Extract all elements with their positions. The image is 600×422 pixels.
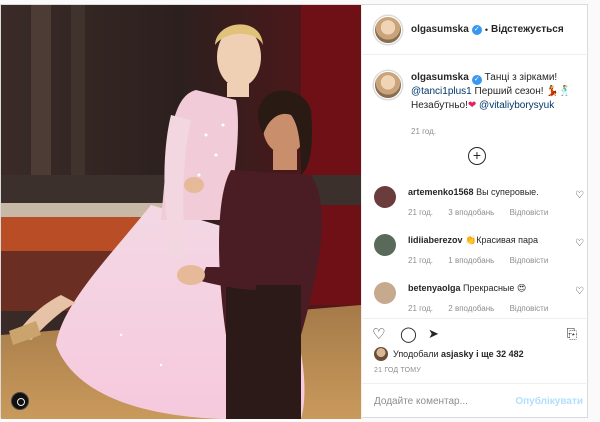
comment-likes[interactable]: 2 вподобань	[448, 304, 494, 313]
mention-tanci1plus1[interactable]: @tanci1plus1	[411, 86, 472, 97]
separator-dot: •	[484, 24, 488, 35]
bookmark-icon[interactable]: ⎘	[567, 326, 577, 342]
comment-meta: 21 год. 3 вподобань Відповісти	[408, 207, 561, 219]
comment-time[interactable]: 21 год.	[408, 256, 433, 265]
comment-time[interactable]: 21 год.	[408, 304, 433, 313]
comment-text: Прекрасные	[463, 283, 515, 293]
posted-time[interactable]: 21 ГОД ТОМУ	[374, 367, 421, 374]
comment-body: lidiiaberezov 👏Красивая пара 21 год. 1 в…	[408, 234, 561, 267]
comment-username[interactable]: betenyaolga	[408, 283, 461, 293]
comment-avatar[interactable]	[374, 186, 396, 208]
caption-time[interactable]: 21 год.	[411, 125, 571, 139]
comment-likes[interactable]: 3 вподобань	[448, 208, 494, 217]
comment-body: betenyaolga Прекрасные 😍 21 год. 2 вподо…	[408, 282, 561, 315]
tagged-user-icon[interactable]	[11, 392, 29, 410]
heart-outline-icon[interactable]: ♡	[372, 325, 385, 343]
paper-plane-icon[interactable]: ➤	[428, 326, 439, 342]
likes-count[interactable]: і ще 32 482	[476, 349, 524, 359]
action-bar: ♡ ◯ ➤ ⎘	[362, 318, 589, 348]
comment-text: Вы суперовые.	[476, 187, 539, 197]
comment-item: artemenko1568 Вы суперовые. 21 год. 3 вп…	[374, 186, 584, 219]
comment-heart-icon[interactable]: ♡	[575, 286, 584, 297]
post-sidebar: olgasumska ✓ • Відстежується olgasumska ✓…	[361, 5, 589, 419]
liked-by-user[interactable]: asjasky	[441, 349, 474, 359]
post-photo[interactable]	[1, 5, 361, 419]
following-button[interactable]: Відстежується	[491, 24, 564, 35]
caption-text-2: Перший сезон!	[474, 86, 544, 97]
comment-avatar[interactable]	[374, 234, 396, 256]
comment-time[interactable]: 21 год.	[408, 208, 433, 217]
comment-reply-button[interactable]: Відповісти	[510, 256, 549, 265]
liked-by-prefix: Уподобали	[393, 349, 439, 359]
caption-content: olgasumska ✓ Танці з зірками! @tanci1plus…	[411, 71, 571, 139]
comment-reply-button[interactable]: Відповісти	[510, 208, 549, 217]
comment-body: artemenko1568 Вы суперовые. 21 год. 3 вп…	[408, 186, 561, 219]
verified-badge-icon: ✓	[471, 75, 482, 85]
comment-item: lidiiaberezov 👏Красивая пара 21 год. 1 в…	[374, 234, 584, 267]
publish-button[interactable]: Опублікувати	[515, 396, 583, 407]
comment-meta: 21 год. 2 вподобань Відповісти	[408, 303, 561, 315]
post-caption: olgasumska ✓ Танці з зірками! @tanci1plus…	[374, 71, 584, 139]
red-heart-emoji: ❤	[467, 100, 477, 111]
comment-item: betenyaolga Прекрасные 😍 21 год. 2 вподо…	[374, 282, 584, 315]
liker-avatar[interactable]	[374, 347, 388, 361]
likes-summary: Уподобали asjasky і ще 32 482	[374, 347, 524, 361]
caption-text-1: Танці з зірками!	[484, 72, 558, 83]
post-header: olgasumska ✓ • Відстежується	[362, 5, 589, 55]
avatar[interactable]	[374, 15, 402, 44]
post-modal: olgasumska ✓ • Відстежується olgasumska ✓…	[0, 4, 589, 419]
comment-text: Красивая пара	[476, 235, 538, 245]
comment-heart-icon[interactable]: ♡	[575, 238, 584, 249]
comment-username[interactable]: lidiiaberezov	[408, 235, 463, 245]
plus-circle-icon[interactable]: +	[468, 147, 486, 165]
comment-likes[interactable]: 1 вподобань	[448, 256, 494, 265]
dancers-emoji: 💃🕺	[546, 86, 572, 97]
comment-heart-icon[interactable]: ♡	[575, 190, 584, 201]
add-comment-bar: Опублікувати	[362, 383, 589, 419]
page: olgasumska ✓ • Відстежується olgasumska ✓…	[0, 0, 600, 422]
caption-avatar[interactable]	[374, 71, 402, 99]
mention-vitaliyborysyuk[interactable]: @vitaliyborysyuk	[479, 100, 554, 111]
comment-meta: 21 год. 1 вподобань Відповісти	[408, 255, 561, 267]
clap-emoji: 👏	[465, 235, 477, 245]
dancing-couple-photo	[1, 5, 361, 419]
heart-eyes-emoji: 😍	[516, 283, 527, 293]
caption-username[interactable]: olgasumska	[411, 72, 469, 83]
comment-avatar[interactable]	[374, 282, 396, 304]
comment-username[interactable]: artemenko1568	[408, 187, 474, 197]
caption-text-3: Незабутньо!	[411, 100, 468, 111]
verified-badge-icon: ✓	[471, 24, 482, 35]
comment-reply-button[interactable]: Відповісти	[510, 304, 549, 313]
comment-icon[interactable]: ◯	[400, 325, 417, 343]
comment-input[interactable]	[374, 396, 514, 407]
header-username[interactable]: olgasumska	[411, 24, 469, 35]
